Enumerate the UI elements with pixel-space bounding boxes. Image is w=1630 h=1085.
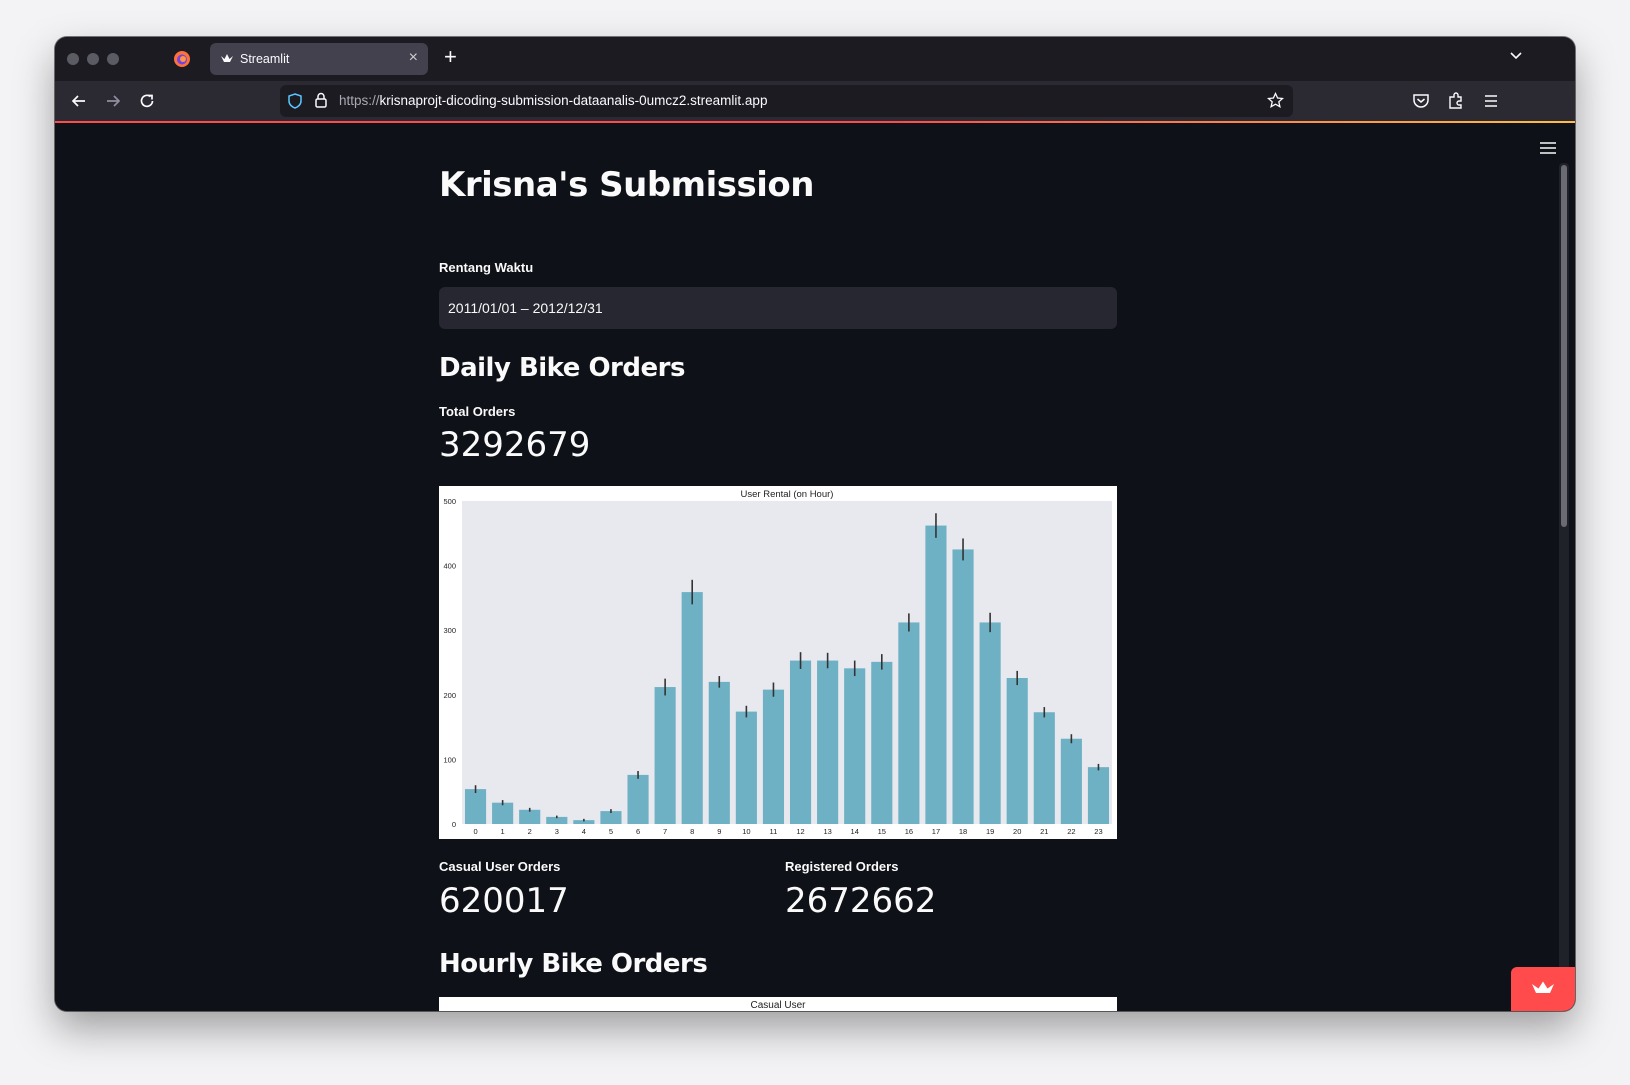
bar <box>817 660 839 824</box>
list-tabs-icon[interactable] <box>1509 51 1523 61</box>
bar <box>1087 767 1110 824</box>
bar <box>1006 678 1028 824</box>
bar <box>844 668 866 824</box>
bar <box>1033 712 1055 824</box>
y-tick-label: 0 <box>452 820 456 829</box>
bar <box>789 660 812 824</box>
casual-user-chart: Casual User <box>439 997 1117 1011</box>
close-tab-icon[interactable]: × <box>409 49 418 67</box>
address-bar[interactable]: https://krisnaprojt-dicoding-submission-… <box>280 85 1293 117</box>
reload-icon[interactable] <box>137 91 157 111</box>
bar <box>952 549 974 824</box>
x-tick-label: 8 <box>690 827 694 836</box>
bar <box>898 622 920 824</box>
registered-orders-label: Registered Orders <box>785 859 899 874</box>
y-tick-label: 500 <box>443 497 456 506</box>
x-tick-label: 0 <box>473 827 477 836</box>
x-tick-label: 15 <box>878 827 886 836</box>
bar <box>979 622 1001 824</box>
url-text: https://krisnaprojt-dicoding-submission-… <box>339 93 767 108</box>
url-host: krisnaprojt-dicoding-submission-dataanal… <box>379 93 768 108</box>
streamlit-app: Krisna's Submission Rentang Waktu 2011/0… <box>55 123 1575 1011</box>
hourly-orders-header: Hourly Bike Orders <box>439 949 708 979</box>
x-tick-label: 20 <box>1013 827 1021 836</box>
y-tick-label: 400 <box>443 562 456 571</box>
bookmark-star-icon[interactable] <box>1267 92 1284 109</box>
bar <box>681 592 703 824</box>
bar <box>708 681 730 824</box>
maximize-window-icon[interactable] <box>107 53 119 65</box>
date-range-input[interactable]: 2011/01/01 – 2012/12/31 <box>439 287 1117 329</box>
streamlit-menu-icon[interactable] <box>1539 141 1557 155</box>
x-tick-label: 4 <box>582 827 586 836</box>
x-tick-label: 12 <box>796 827 804 836</box>
streamlit-icon <box>221 54 233 62</box>
tab-streamlit[interactable]: Streamlit × <box>210 43 428 75</box>
bar <box>492 802 514 824</box>
x-tick-label: 19 <box>986 827 994 836</box>
x-tick-label: 14 <box>851 827 859 836</box>
x-tick-label: 13 <box>823 827 831 836</box>
x-tick-label: 6 <box>636 827 640 836</box>
x-tick-label: 11 <box>770 827 778 836</box>
url-scheme: https:// <box>339 93 380 108</box>
x-tick-label: 1 <box>501 827 505 836</box>
bar <box>762 689 785 824</box>
browser-window: Streamlit × + https://krisnaprojt-dicodi… <box>55 37 1575 1011</box>
new-tab-icon[interactable]: + <box>444 46 457 68</box>
streamlit-crown-icon <box>1532 981 1554 993</box>
tab-strip: Streamlit × + <box>55 37 1575 81</box>
tab-title: Streamlit <box>240 52 290 66</box>
x-tick-label: 23 <box>1094 827 1102 836</box>
date-range-value: 2011/01/01 – 2012/12/31 <box>448 300 603 316</box>
x-tick-label: 2 <box>528 827 532 836</box>
page-title: Krisna's Submission <box>439 165 814 205</box>
bar <box>464 789 487 824</box>
forward-arrow-icon[interactable] <box>103 91 123 111</box>
app-menu-icon[interactable] <box>1481 91 1501 111</box>
bar <box>627 774 649 824</box>
chart-title: User Rental (on Hour) <box>741 489 834 500</box>
x-tick-label: 17 <box>932 827 940 836</box>
x-tick-label: 16 <box>905 827 913 836</box>
back-arrow-icon[interactable] <box>69 91 89 111</box>
x-tick-label: 5 <box>609 827 613 836</box>
date-range-label: Rentang Waktu <box>439 260 534 275</box>
firefox-icon <box>174 51 190 67</box>
close-window-icon[interactable] <box>67 53 79 65</box>
x-tick-label: 7 <box>663 827 667 836</box>
y-tick-label: 200 <box>443 691 456 700</box>
bar <box>871 661 893 824</box>
scrollbar-thumb[interactable] <box>1561 165 1567 527</box>
lock-icon[interactable] <box>314 92 328 109</box>
total-orders-value: 3292679 <box>439 425 591 465</box>
x-tick-label: 18 <box>959 827 967 836</box>
streamlit-badge[interactable] <box>1511 967 1575 1011</box>
casual-user-chart-title: Casual User <box>750 1000 806 1011</box>
casual-orders-value: 620017 <box>439 881 569 921</box>
bar-chart-svg: User Rental (on Hour)01002003004005000 1 2… <box>443 489 1112 836</box>
navigation-bar: https://krisnaprojt-dicoding-submission-… <box>55 81 1575 121</box>
bar <box>735 711 757 824</box>
minimize-window-icon[interactable] <box>87 53 99 65</box>
bar <box>1060 738 1082 824</box>
x-tick-label: 10 <box>742 827 750 836</box>
bar <box>654 687 676 824</box>
y-tick-label: 300 <box>443 626 456 635</box>
bar <box>925 525 947 824</box>
tracking-shield-icon[interactable] <box>288 93 302 109</box>
hourly-rental-chart: User Rental (on Hour) 0 100 200 300 400 500 0 1 2… <box>439 486 1117 839</box>
x-tick-label: 22 <box>1067 827 1075 836</box>
x-tick-label: 21 <box>1040 827 1048 836</box>
bar <box>519 809 541 824</box>
extensions-puzzle-icon[interactable] <box>1446 91 1466 111</box>
daily-orders-header: Daily Bike Orders <box>439 353 685 383</box>
casual-orders-label: Casual User Orders <box>439 859 561 874</box>
registered-orders-value: 2672662 <box>785 881 937 921</box>
pocket-icon[interactable] <box>1411 91 1431 111</box>
y-tick-label: 100 <box>443 755 456 764</box>
x-tick-label: 9 <box>717 827 721 836</box>
total-orders-label: Total Orders <box>439 404 516 419</box>
x-tick-label: 3 <box>555 827 559 836</box>
